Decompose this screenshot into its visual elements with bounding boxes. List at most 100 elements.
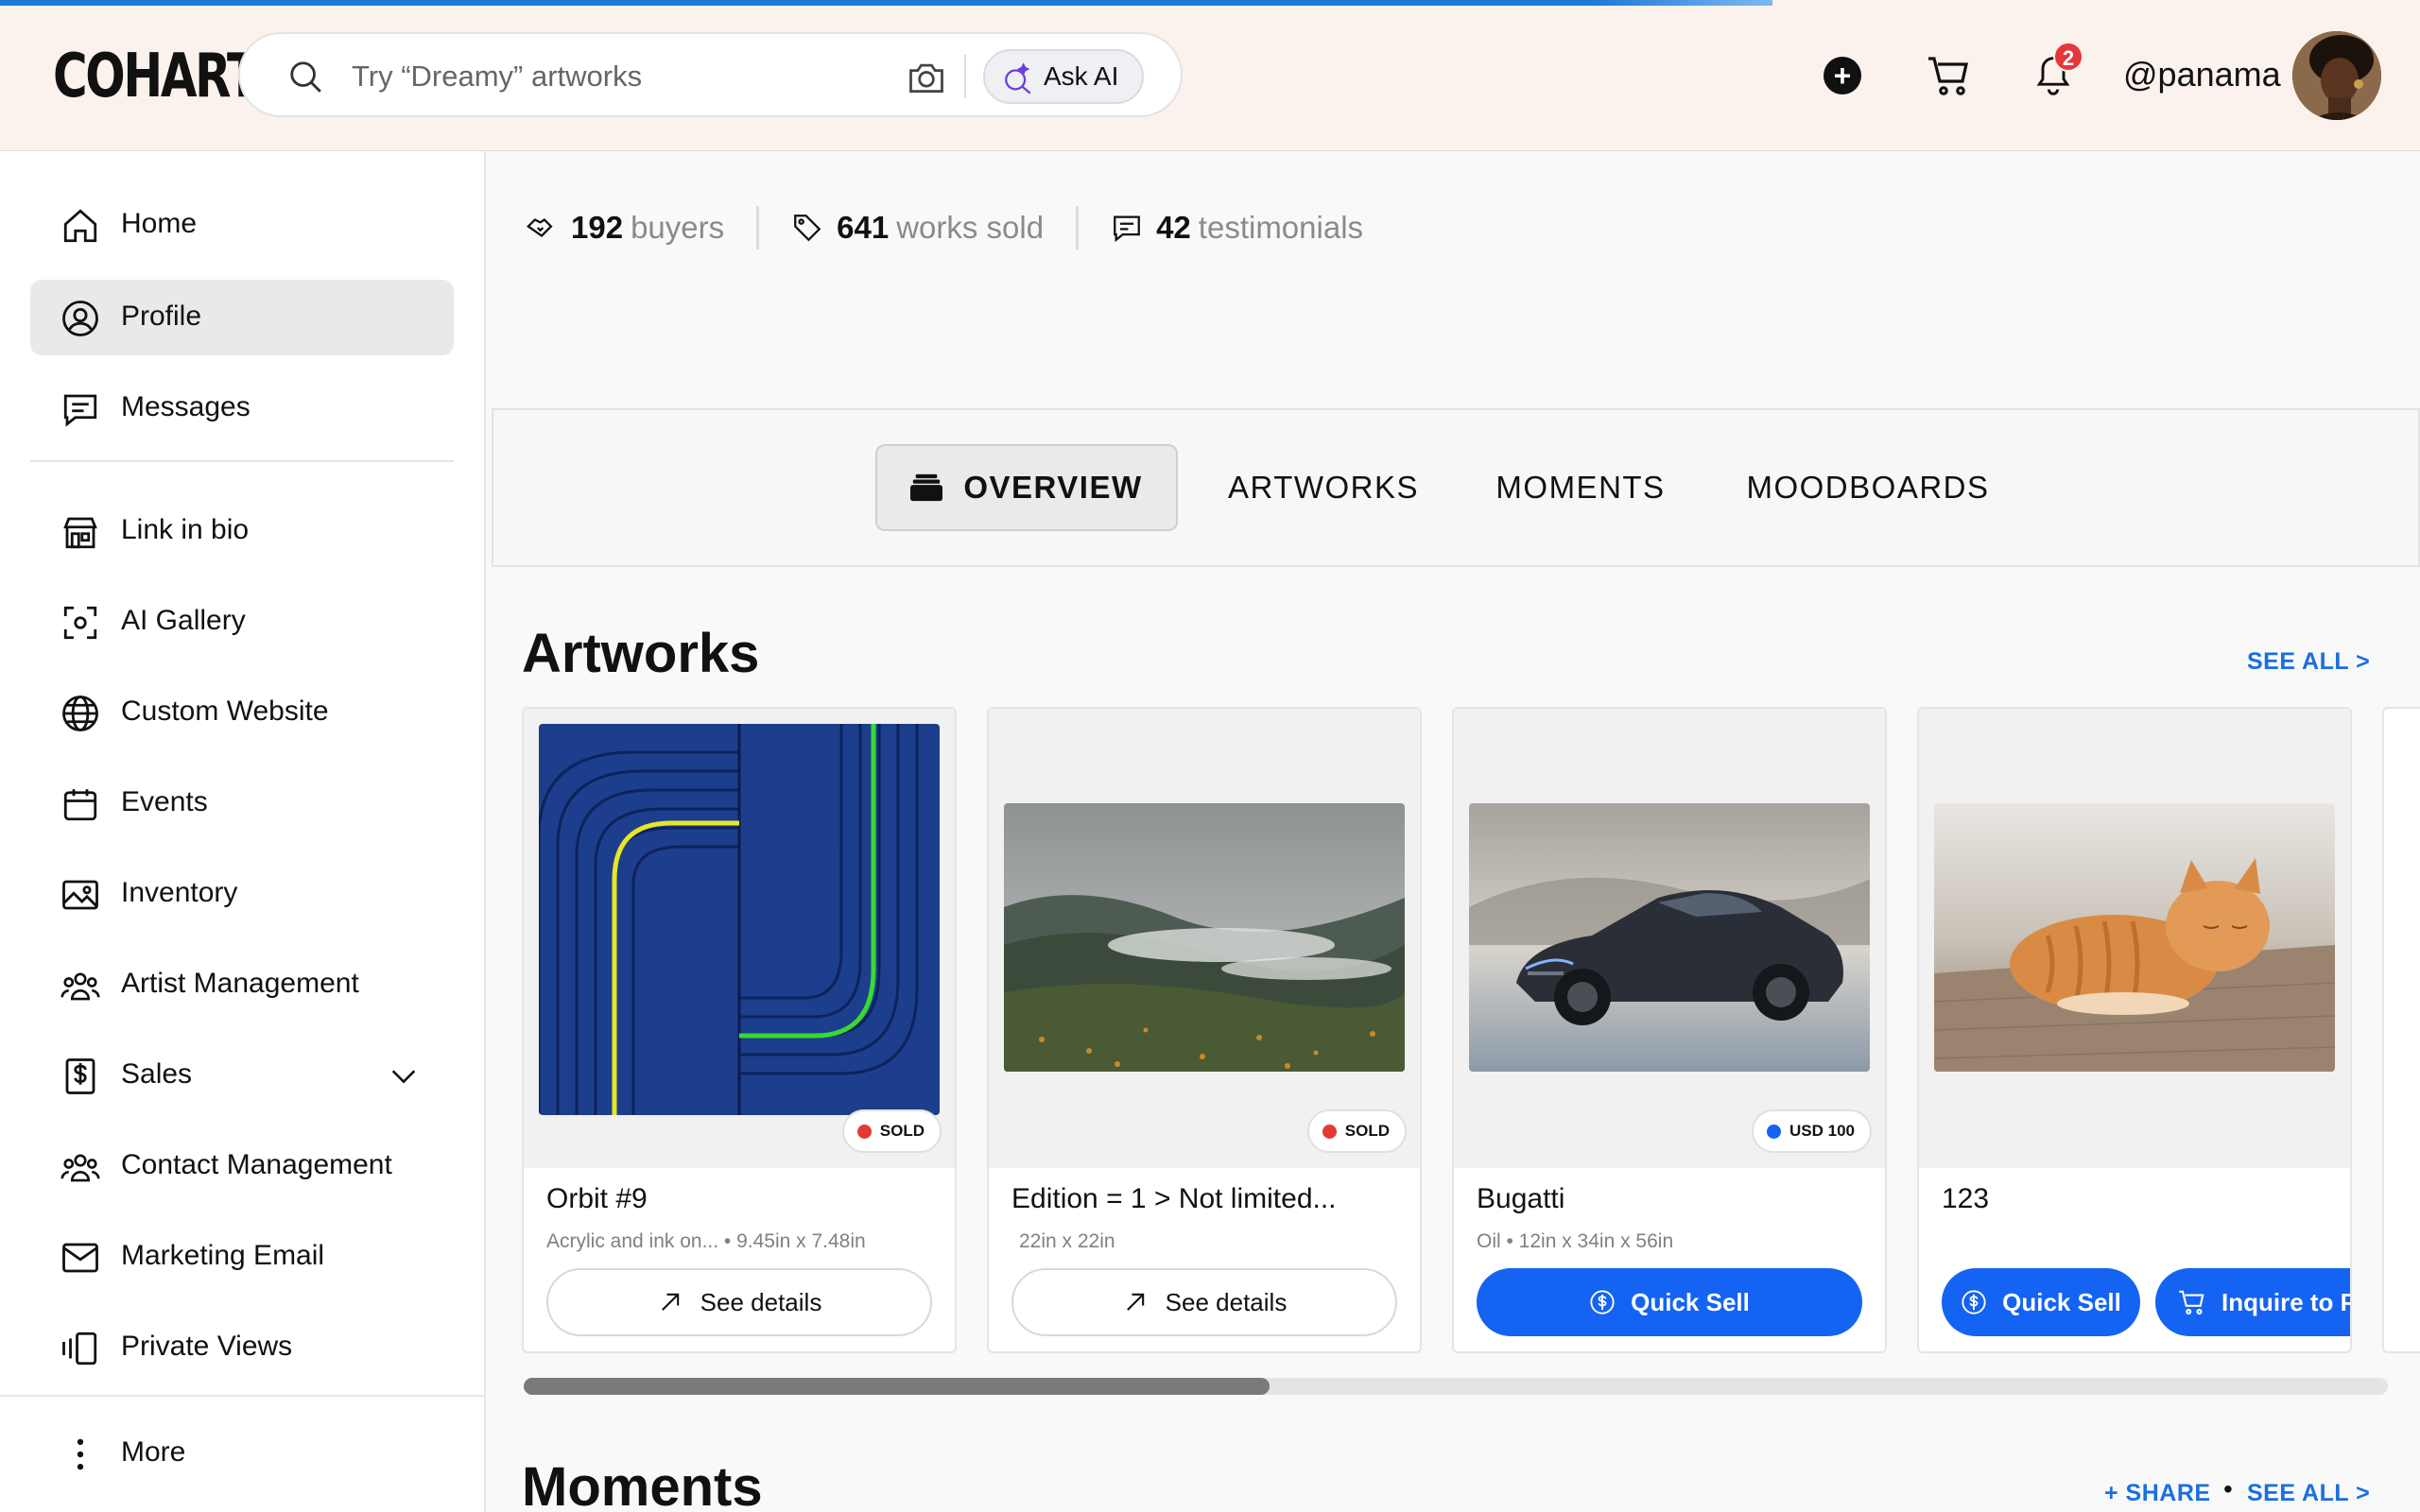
artwork-media: SOLD bbox=[989, 709, 1420, 1168]
artwork-title[interactable]: 123 bbox=[1942, 1183, 1989, 1215]
artwork-title[interactable]: Bugatti bbox=[1477, 1183, 1564, 1215]
sidebar-item-home[interactable]: Home bbox=[30, 187, 454, 263]
artwork-card[interactable]: USD 100 Bugatti Oil • 12in x 34in x 56in… bbox=[1452, 707, 1887, 1353]
artwork-media bbox=[1919, 709, 2350, 1168]
tab-artworks[interactable]: ARTWORKS bbox=[1210, 444, 1437, 531]
sidebar-item-label: Marketing Email bbox=[121, 1240, 325, 1271]
sidebar-item-more[interactable]: More bbox=[30, 1416, 454, 1491]
camera-icon[interactable] bbox=[906, 57, 947, 98]
notification-badge: 2 bbox=[2053, 42, 2083, 72]
inquire-button[interactable]: Inquire to P bbox=[2155, 1268, 2350, 1336]
sidebar-divider-bottom bbox=[0, 1395, 486, 1397]
artwork-title[interactable]: Edition = 1 > Not limited... bbox=[1011, 1183, 1337, 1215]
artwork-card[interactable]: SOLD Edition = 1 > Not limited... 22in x… bbox=[987, 707, 1422, 1353]
profile-tabs: OVERVIEW ARTWORKS MOMENTS MOODBOARDS bbox=[492, 408, 2420, 567]
sidebar-item-messages[interactable]: Messages bbox=[30, 370, 454, 446]
button-label: Quick Sell bbox=[1631, 1287, 1750, 1316]
sidebar-item-artist-management[interactable]: Artist Management bbox=[30, 947, 454, 1022]
sidebar-item-label: Profile bbox=[121, 301, 202, 332]
sidebar-item-label: AI Gallery bbox=[121, 605, 246, 636]
sidebar-item-marketing-email[interactable]: Marketing Email bbox=[30, 1219, 454, 1295]
create-plus-button[interactable]: + bbox=[1824, 57, 1861, 94]
dollar-doc-icon bbox=[65, 1058, 95, 1094]
stat-label: buyers bbox=[631, 210, 725, 245]
quick-sell-button[interactable]: Quick Sell bbox=[1942, 1268, 2140, 1336]
home-icon bbox=[63, 209, 97, 243]
artwork-image-orbit[interactable] bbox=[539, 724, 940, 1115]
sold-badge: SOLD bbox=[1306, 1109, 1407, 1153]
sidebar-item-inventory[interactable]: Inventory bbox=[30, 856, 454, 932]
sidebar-item-contact-management[interactable]: Contact Management bbox=[30, 1128, 454, 1204]
artwork-title[interactable]: Orbit #9 bbox=[546, 1183, 648, 1215]
see-details-button[interactable]: See details bbox=[546, 1268, 932, 1336]
artwork-image-cat[interactable] bbox=[1934, 803, 2335, 1072]
sidebar-item-label: Events bbox=[121, 786, 208, 817]
quick-sell-button[interactable]: Quick Sell bbox=[1477, 1268, 1862, 1336]
artworks-scrollbar[interactable] bbox=[524, 1378, 2388, 1395]
user-avatar[interactable] bbox=[2292, 31, 2381, 120]
moments-share-link[interactable]: + SHARE bbox=[2104, 1480, 2211, 1507]
tab-moments[interactable]: MOMENTS bbox=[1467, 444, 1694, 531]
tab-overview[interactable]: OVERVIEW bbox=[875, 444, 1178, 531]
sidebar-item-label: Link in bio bbox=[121, 514, 250, 545]
tab-label: MOMENTS bbox=[1495, 470, 1666, 505]
artwork-card-partial[interactable] bbox=[2382, 707, 2420, 1353]
sidebar-item-sales[interactable]: Sales bbox=[30, 1038, 454, 1113]
sidebar-item-profile[interactable]: Profile bbox=[30, 280, 454, 355]
tag-label: SOLD bbox=[879, 1122, 925, 1140]
chevron-down-icon[interactable] bbox=[388, 1060, 420, 1092]
comment-icon bbox=[1114, 215, 1140, 243]
sidebar-item-events[interactable]: Events bbox=[30, 765, 454, 841]
search-divider bbox=[964, 55, 966, 98]
see-details-button[interactable]: See details bbox=[1011, 1268, 1397, 1336]
artworks-see-all-link[interactable]: SEE ALL > bbox=[2247, 648, 2370, 676]
stat-testimonials: 42 testimonials bbox=[1111, 210, 1363, 246]
stat-separator bbox=[756, 206, 760, 249]
stat-separator bbox=[1076, 206, 1080, 249]
chat-icon bbox=[63, 394, 97, 427]
top-header: COHART Ask AI + 2 @panama bbox=[0, 0, 2420, 151]
artwork-image-car[interactable] bbox=[1469, 803, 1870, 1072]
artwork-card[interactable]: SOLD Orbit #9 Acrylic and ink on... • 9.… bbox=[522, 707, 957, 1353]
sidebar-item-ai-gallery[interactable]: AI Gallery bbox=[30, 584, 454, 660]
link-separator-dot: • bbox=[2223, 1474, 2233, 1503]
cohart-logo[interactable]: COHART bbox=[53, 42, 259, 112]
profile-stats: 192 buyers 641 works sold 42 testimonial… bbox=[526, 204, 1363, 251]
sidebar-item-label: Sales bbox=[121, 1058, 193, 1090]
dollar-circle-icon bbox=[1590, 1290, 1615, 1314]
sidebar-item-label: Inventory bbox=[121, 877, 238, 908]
tab-label: MOODBOARDS bbox=[1746, 470, 1990, 505]
search-bar[interactable]: Ask AI bbox=[238, 32, 1183, 117]
more-vertical-icon bbox=[77, 1438, 84, 1470]
artwork-card[interactable]: 123 Quick Sell Inquire to P bbox=[1917, 707, 2352, 1353]
dollar-circle-icon bbox=[1962, 1290, 1986, 1314]
image-icon bbox=[62, 880, 98, 910]
slides-icon bbox=[62, 1332, 97, 1366]
sidebar-item-label: Contact Management bbox=[121, 1149, 392, 1180]
stat-buyers: 192 buyers bbox=[526, 210, 724, 246]
artwork-image-landscape[interactable] bbox=[1004, 803, 1405, 1072]
sidebar-item-link-in-bio[interactable]: Link in bio bbox=[30, 493, 454, 569]
stack-icon bbox=[910, 473, 943, 502]
sidebar-item-private-views[interactable]: Private Views bbox=[30, 1310, 454, 1385]
tab-label: ARTWORKS bbox=[1227, 470, 1420, 505]
tab-moodboards[interactable]: MOODBOARDS bbox=[1726, 444, 2010, 531]
sold-badge: SOLD bbox=[841, 1109, 942, 1153]
sidebar-item-label: Custom Website bbox=[121, 696, 329, 727]
ask-ai-button[interactable]: Ask AI bbox=[983, 49, 1144, 104]
scrollbar-thumb[interactable] bbox=[524, 1378, 1270, 1395]
sidebar-divider bbox=[30, 460, 454, 462]
button-label: Quick Sell bbox=[2002, 1287, 2121, 1316]
stat-label: testimonials bbox=[1198, 210, 1364, 245]
cart-icon[interactable] bbox=[1927, 55, 1972, 96]
moments-section-title: Moments bbox=[522, 1456, 763, 1512]
username-handle[interactable]: @panama bbox=[2123, 55, 2281, 94]
tag-label: SOLD bbox=[1344, 1122, 1390, 1140]
moments-see-all-link[interactable]: SEE ALL > bbox=[2247, 1480, 2370, 1507]
arrow-up-right-icon bbox=[661, 1293, 679, 1311]
ai-sparkle-icon bbox=[1005, 62, 1031, 94]
price-badge: USD 100 bbox=[1752, 1109, 1872, 1153]
sidebar-item-custom-website[interactable]: Custom Website bbox=[30, 675, 454, 750]
app-root: COHART Ask AI + 2 @panama bbox=[0, 0, 2420, 1512]
stat-works-sold: 641 works sold bbox=[791, 210, 1044, 246]
